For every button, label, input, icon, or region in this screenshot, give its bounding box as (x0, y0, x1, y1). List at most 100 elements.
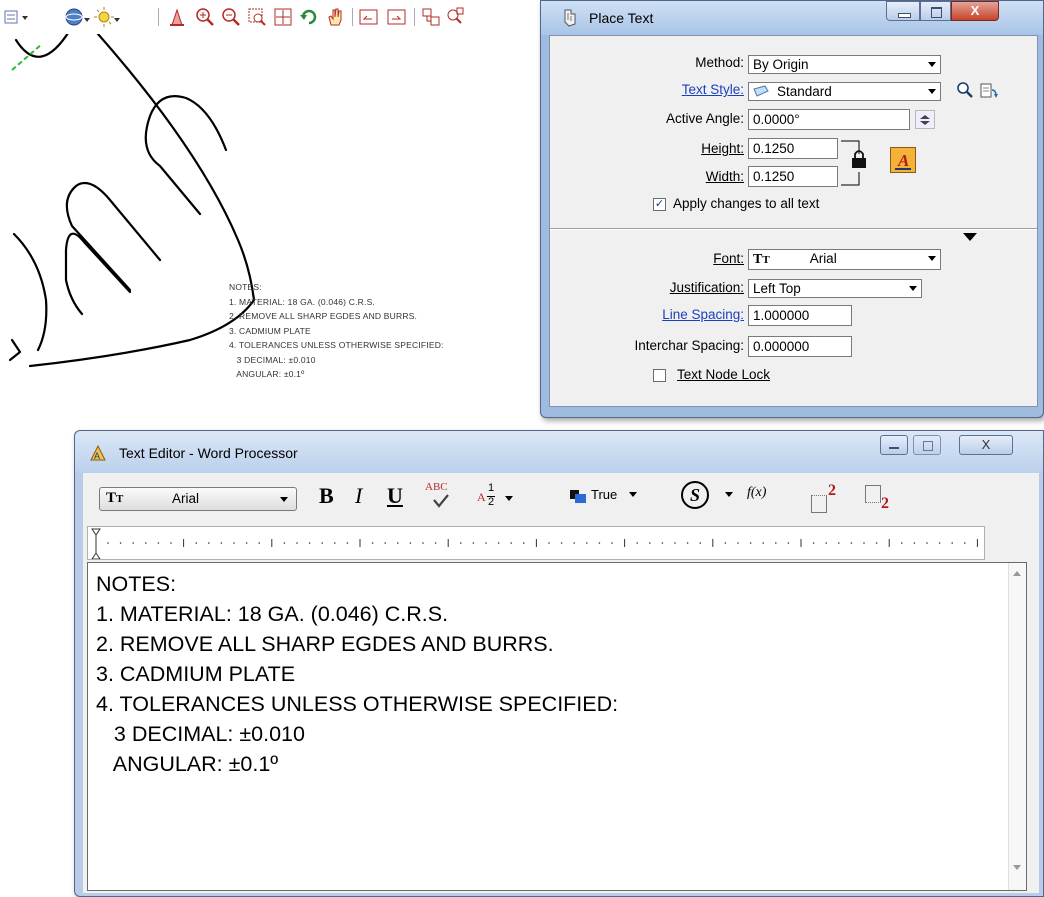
ruler-tick (170, 542, 172, 544)
text-line[interactable]: 3 DECIMAL: ±0.010 (96, 719, 618, 749)
text-attributes-icon[interactable]: A (890, 147, 916, 173)
ruler-tick (560, 542, 563, 544)
text-style-label[interactable]: Text Style: (682, 82, 744, 97)
superscript-button[interactable]: 2 (811, 482, 847, 515)
close-button[interactable]: X (951, 1, 999, 21)
ruler-tick (245, 542, 248, 544)
previous-view-icon[interactable] (358, 6, 380, 28)
spell-check-button[interactable]: ABC (425, 481, 461, 513)
ruler-tick (611, 542, 613, 544)
ruler-tick (749, 542, 752, 544)
text-line[interactable]: 2. REMOVE ALL SHARP EGDES AND BURRS. (96, 629, 618, 659)
ruler-tick (812, 542, 815, 544)
maximize-icon (923, 441, 933, 451)
ruler-tick (384, 542, 387, 544)
function-button[interactable]: f(x) (747, 485, 766, 501)
view-attributes-icon[interactable] (4, 6, 30, 28)
minimize-button[interactable] (880, 435, 908, 455)
subscript-button[interactable]: 2 (865, 481, 901, 515)
angle-spinner[interactable] (915, 110, 935, 129)
justification-label: Justification: (670, 280, 744, 295)
view-toolbar (0, 0, 545, 34)
fit-view-icon[interactable] (272, 6, 294, 28)
height-field[interactable]: 0.1250 (748, 138, 838, 159)
match-text-icon[interactable] (956, 81, 974, 102)
text-line[interactable]: ANGULAR: ±0.1º (96, 749, 618, 779)
color-icon[interactable] (569, 487, 587, 508)
clip-volume-icon[interactable] (444, 6, 466, 28)
ruler-tick (863, 542, 865, 544)
chevron-down-icon (909, 286, 917, 291)
interchar-spacing-value: 0.000000 (753, 339, 810, 354)
text-editor-content[interactable]: NOTES: 1. MATERIAL: 18 GA. (0.046) C.R.S… (96, 569, 618, 779)
pan-view-icon[interactable] (324, 6, 346, 28)
ruler-tick (913, 542, 916, 544)
text-line[interactable]: 3. CADMIUM PLATE (96, 659, 618, 689)
fraction-den: 2 (488, 496, 495, 508)
ruler-tick (296, 542, 298, 544)
ruler-tick (573, 542, 575, 544)
superscript-box-icon (811, 495, 827, 513)
underline-button[interactable]: U (387, 483, 403, 509)
ruler-tick (107, 542, 109, 544)
special-symbol-button[interactable]: S (681, 481, 709, 509)
text-editor-titlebar[interactable]: A Text Editor - Word Processor X (75, 431, 1043, 473)
font-combo[interactable]: TT Arial (99, 487, 297, 511)
ruler-tick (787, 542, 790, 544)
chevron-down-icon[interactable] (629, 492, 637, 497)
window-area-icon[interactable] (246, 6, 268, 28)
apply-changes-checkbox[interactable]: ✓ (653, 198, 666, 211)
style-options-icon[interactable] (980, 82, 1000, 103)
ruler-tick (497, 542, 500, 544)
text-line[interactable]: NOTES: (96, 569, 618, 599)
minimize-button[interactable] (886, 1, 920, 21)
ruler-tick (586, 542, 588, 544)
interchar-spacing-field[interactable]: 0.000000 (748, 336, 852, 357)
next-view-icon[interactable] (386, 6, 408, 28)
ruler-tick (649, 542, 651, 544)
bold-button[interactable]: B (319, 483, 334, 509)
lock-aspect-icon[interactable] (841, 140, 867, 191)
lighting-icon[interactable] (94, 6, 122, 28)
drawing-note-line: NOTES: (229, 282, 262, 292)
line-spacing-field[interactable]: 1.000000 (748, 305, 852, 326)
active-angle-value: 0.0000° (753, 112, 800, 127)
drawing-slot-1 (144, 95, 228, 216)
ruler-tick (371, 542, 374, 544)
levels-icon[interactable] (64, 6, 92, 28)
true-option-button[interactable]: True (591, 487, 617, 502)
vertical-scrollbar[interactable] (1008, 563, 1026, 890)
text-line[interactable]: 1. MATERIAL: 18 GA. (0.046) C.R.S. (96, 599, 618, 629)
text-ruler[interactable] (87, 526, 985, 560)
copy-view-icon[interactable] (420, 6, 442, 28)
maximize-button[interactable] (920, 1, 951, 21)
maximize-button[interactable] (913, 435, 941, 455)
hanging-indent-marker-icon (91, 552, 101, 560)
method-combo[interactable]: By Origin (748, 55, 941, 74)
close-button[interactable]: X (959, 435, 1013, 455)
width-field[interactable]: 0.1250 (748, 166, 838, 187)
text-line[interactable]: 4. TOLERANCES UNLESS OTHERWISE SPECIFIED… (96, 689, 618, 719)
rotate-view-icon[interactable] (298, 6, 320, 28)
text-node-lock-checkbox[interactable] (653, 369, 666, 382)
scroll-up-icon[interactable] (1013, 571, 1021, 576)
text-style-combo[interactable]: Standard (748, 82, 941, 101)
scroll-down-icon[interactable] (1013, 865, 1021, 870)
font-combo[interactable]: TT Arial (748, 249, 941, 270)
zoom-in-icon[interactable] (194, 6, 216, 28)
justification-combo[interactable]: Left Top (748, 279, 922, 298)
ruler-tick (686, 542, 689, 544)
text-editor-document[interactable]: NOTES: 1. MATERIAL: 18 GA. (0.046) C.R.S… (87, 562, 1027, 891)
line-spacing-label[interactable]: Line Spacing: (662, 307, 744, 322)
update-view-icon[interactable] (166, 6, 188, 28)
italic-button[interactable]: I (355, 483, 362, 509)
place-text-dialog: Place Text X Method: By Origin Text Styl… (540, 0, 1044, 418)
expand-arrow-icon[interactable] (962, 230, 978, 245)
chevron-down-icon[interactable] (725, 492, 733, 497)
place-text-titlebar[interactable]: Place Text X (541, 1, 1043, 35)
drawing-slot-3 (64, 232, 132, 316)
active-angle-field[interactable]: 0.0000° (748, 109, 910, 130)
drawing-note-line: 3 DECIMAL: ±0.010 (229, 354, 316, 365)
fraction-button[interactable]: A 1 2 (477, 482, 537, 511)
zoom-out-icon[interactable] (220, 6, 242, 28)
